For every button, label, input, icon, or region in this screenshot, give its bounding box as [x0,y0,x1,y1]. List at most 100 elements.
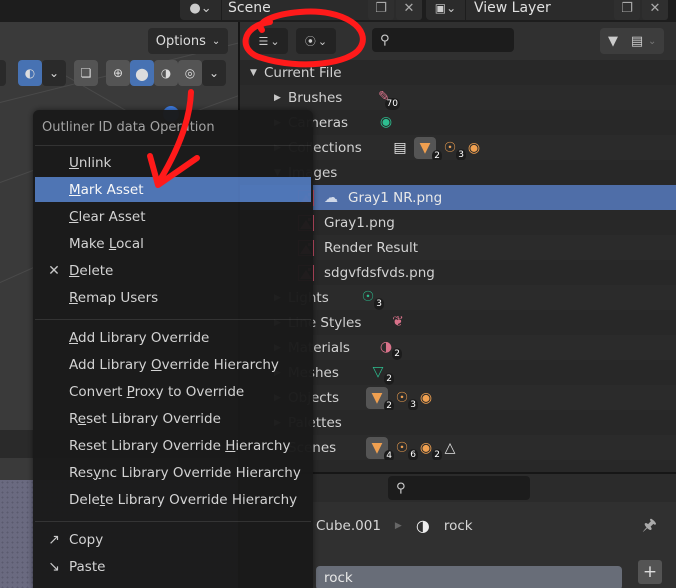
overlays-icon[interactable]: ◐ [18,60,42,86]
material-slot-item[interactable]: rock [316,566,622,588]
chevron-down-icon[interactable]: ⌄ [648,36,662,47]
material-icon[interactable]: ◑ 2 [376,337,402,360]
menu-item-clear-asset[interactable]: Clear Asset [35,204,311,229]
breadcrumb: Cube.001 ▶ ◑ rock [316,516,473,535]
filter-icon[interactable]: ▼ [600,34,626,49]
row-badges: ❦ [388,312,408,332]
outliner-row-label: Render Result [324,239,419,256]
mesh-object-icon[interactable]: ▼ 2 [414,137,442,162]
new-scene-icon[interactable]: ❐ [368,0,394,20]
menu-item-add-library-override-hierarchy[interactable]: Add Library Override Hierarchy [35,352,311,377]
camera-object-icon[interactable]: ◉ [416,388,436,408]
menu-item-remap-users[interactable]: Remap Users [35,285,311,310]
xray-toggle-icon[interactable]: ❏ [74,60,98,86]
menu-item-label: Paste [69,558,106,575]
chevron-down-icon: ⌄ [270,34,280,48]
menu-item-label: Add Library Override Hierarchy [69,356,279,373]
mesh-data-icon[interactable]: ▽ 2 [368,362,394,385]
blender-file-mode-dropdown[interactable]: ⦿ ⌄ [296,28,336,54]
row-badges: ◑ 2 [376,337,402,360]
menu-separator [35,521,311,522]
outliner-search-input[interactable]: ⚲ [372,28,514,52]
menu-item-label: Reset Library Override [69,410,221,427]
outliner-row[interactable]: ▼ Current File [240,60,676,85]
user-count-badge: 2 [392,348,402,360]
scene-icon[interactable]: △ [440,438,460,458]
options-dropdown[interactable]: Options ⌄ [148,28,228,54]
search-icon: ⚲ [380,32,390,48]
chevron-down-icon: ⌄ [317,34,328,48]
x-icon: ✕ [48,262,60,279]
scene-name[interactable]: Scene [222,0,271,16]
light-object-icon[interactable]: ☉ 6 [392,438,418,461]
material-icon: ◑ [415,516,430,535]
light-object-icon[interactable]: ☉ 3 [440,138,466,161]
menu-item-label: Mark Asset [69,181,144,198]
material-slot-label: rock [324,570,353,586]
top-bar: ●⌄ Scene ❐ ✕ ▣⌄ View Layer ❐ ✕ [0,0,676,22]
view-layer-icon[interactable]: ▣⌄ [426,0,466,20]
menu-item-make-local[interactable]: Make Local [35,231,311,256]
outliner-row-label: Gray1 NR.png [348,189,443,206]
menu-item-mark-asset[interactable]: Mark Asset [35,177,311,202]
outliner-row[interactable]: ▶ Brushes ✎ 70 [240,85,676,110]
collection-box-icon[interactable]: ▤ [390,138,410,158]
properties-search-input[interactable]: ⚲ [388,476,530,500]
outliner-row-label: sdgvfdsfvds.png [324,264,435,281]
menu-item-paste[interactable]: ↘ Paste [35,554,311,579]
delete-scene-icon[interactable]: ✕ [396,0,422,20]
delete-view-layer-icon[interactable]: ✕ [642,0,668,20]
row-badges: ▼ 2 ☉ 3 ◉ [366,387,436,412]
menu-item-reset-library-override[interactable]: Reset Library Override [35,406,311,431]
outliner-display-mode-dropdown[interactable]: ☰ ⌄ [250,28,288,54]
solid-shading-icon[interactable]: ● [130,60,154,86]
row-badges: ◉ [376,112,396,132]
material-preview-shading-icon[interactable]: ◑ [154,60,178,86]
light-object-icon[interactable]: ☉ 3 [392,388,418,411]
add-material-slot-button[interactable]: + [638,560,662,584]
menu-item-convert-proxy-to-override[interactable]: Convert Proxy to Override [35,379,311,404]
menu-item-copy[interactable]: ↗ Copy [35,527,311,552]
shading-chevron-icon[interactable]: ⌄ [202,60,226,86]
search-icon: ⚲ [396,480,406,496]
menu-item-resync-library-override-hierarchy[interactable]: Resync Library Override Hierarchy [35,460,311,485]
expand-down-icon[interactable]: ▼ [250,68,264,78]
overlays-chevron-icon[interactable]: ⌄ [42,60,66,86]
mesh-object-icon[interactable]: ▼ 4 [366,437,394,462]
wireframe-shading-icon[interactable]: ⊕ [106,60,130,86]
fake-user-icon[interactable]: ☁ [324,190,338,206]
archive-icon[interactable]: ▤ [626,34,648,49]
brush-icon[interactable]: ✎ 70 [374,87,400,110]
expand-right-icon[interactable]: ▶ [274,93,288,103]
row-badges: ☉ 3 [358,287,384,310]
menu-item-add-library-override[interactable]: Add Library Override [35,325,311,350]
camera-object-icon[interactable]: ◉ [464,138,484,158]
menu-item-unlink[interactable]: Unlink [35,150,311,175]
new-view-layer-icon[interactable]: ❐ [614,0,640,20]
menu-item-label: Make Local [69,235,144,252]
breadcrumb-separator-icon: ▶ [394,520,402,531]
blender-window: ●⌄ Scene ❐ ✕ ▣⌄ View Layer ❐ ✕ Options ⌄… [0,0,676,588]
breadcrumb-material: rock [443,517,473,534]
camera-data-icon[interactable]: ◉ [376,112,396,132]
mesh-object-icon[interactable]: ▼ 2 [366,387,394,412]
menu-title: Outliner ID data Operation [42,120,215,135]
menu-item-delete-library-override-hierarchy[interactable]: Delete Library Override Hierarchy [35,487,311,512]
outliner-tree-icon: ☰ [258,34,269,48]
menu-item-delete[interactable]: ✕ Delete [35,258,311,283]
rendered-shading-icon[interactable]: ◎ [178,60,202,86]
pin-icon[interactable]: 🖈 [642,514,657,541]
camera-object-icon[interactable]: ◉ 2 [416,438,442,461]
chevron-down-icon[interactable] [0,60,6,86]
line-style-icon[interactable]: ❦ [388,312,408,332]
viewport-header: Options ⌄ [0,22,238,62]
row-badges: ✎ 70 [374,87,400,110]
light-data-icon[interactable]: ☉ 3 [358,287,384,310]
outliner-filter-group: ▼ ▤ ⌄ [600,28,664,54]
menu-item-label: Reset Library Override Hierarchy [69,437,291,454]
outliner-id-data-operation-menu: Outliner ID data Operation Unlink Mark As… [33,110,313,588]
scene-icon[interactable]: ●⌄ [180,0,222,20]
menu-item-label: Add Library Override [69,329,210,346]
outliner-header: ☰ ⌄ ⦿ ⌄ ⚲ ▼ ▤ ⌄ [240,22,676,60]
menu-item-reset-library-override-hierarchy[interactable]: Reset Library Override Hierarchy [35,433,311,458]
